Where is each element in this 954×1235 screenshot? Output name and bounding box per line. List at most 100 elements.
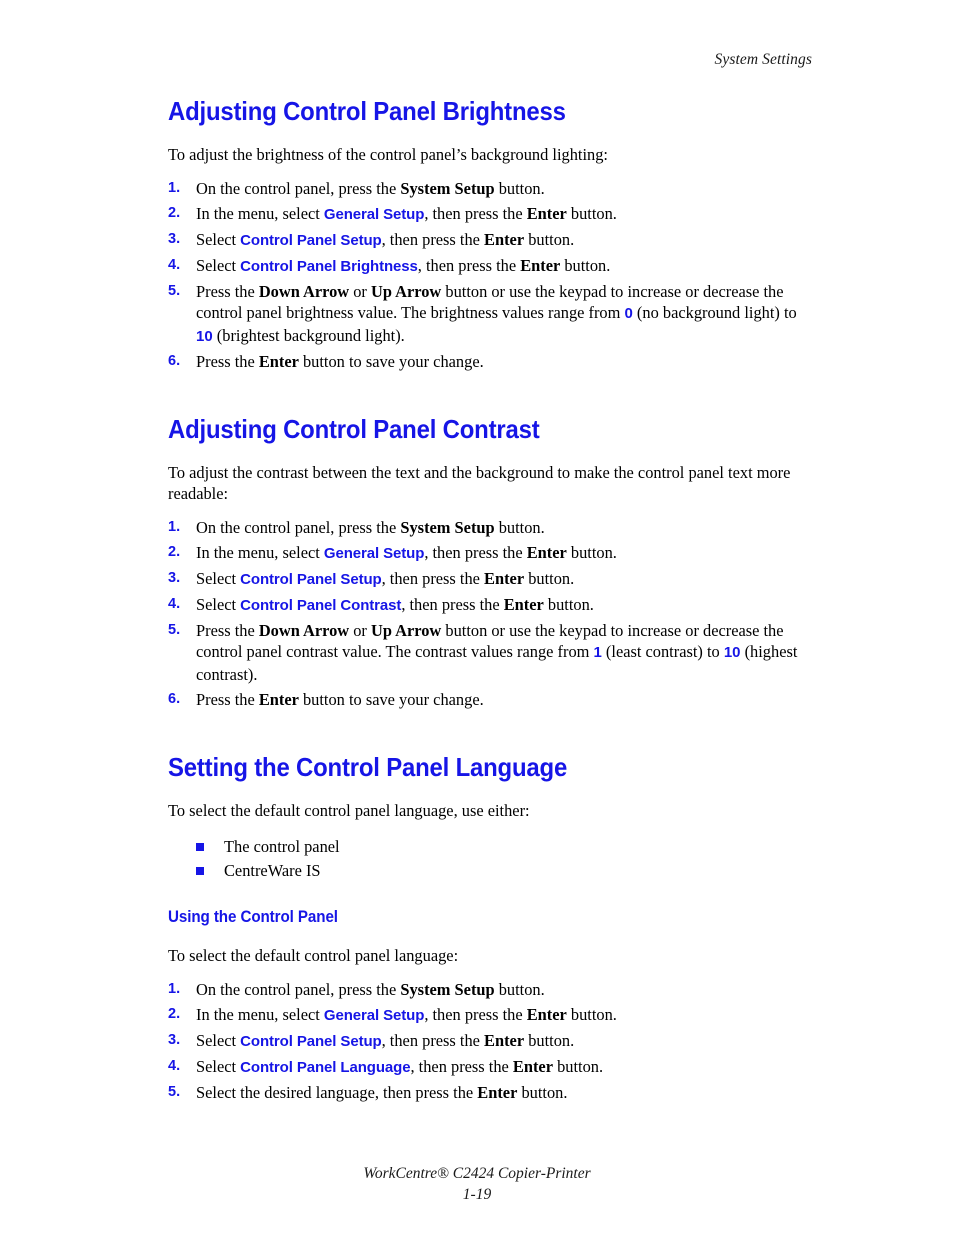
list-item-number: 3.: [168, 1031, 181, 1048]
emphasis-term: Enter: [484, 1030, 525, 1050]
plain-text: , then press the: [381, 1030, 485, 1050]
plain-text: On the control panel, press the: [196, 517, 401, 537]
list-item-number: 4.: [168, 1057, 181, 1074]
plain-text: Select: [196, 568, 241, 588]
subsection-heading-using-control-panel: Using the Control Panel: [168, 908, 338, 926]
list-item-number: 5.: [168, 1083, 181, 1100]
list-item: 3. Select Control Panel Setup, then press…: [168, 1030, 814, 1053]
list-item-text: On the control panel, press the System S…: [196, 179, 545, 198]
list-item-text: Select Control Panel Setup, then press t…: [196, 230, 574, 249]
plain-text: , then press the: [381, 229, 485, 249]
ui-menu-term: Control Panel Language: [240, 1058, 411, 1076]
emphasis-term: Down Arrow: [258, 281, 350, 301]
footer-product-name: WorkCentre® C2424 Copier-Printer: [363, 1165, 591, 1182]
emphasis-term: Up Arrow: [371, 281, 442, 301]
ui-menu-term: Control Panel Setup: [240, 570, 382, 588]
running-header: System Settings: [714, 51, 812, 68]
plain-text: button.: [494, 517, 545, 537]
emphasis-term: Enter: [484, 568, 525, 588]
list-item-number: 5.: [168, 621, 181, 638]
plain-text: In the menu, select: [196, 1004, 324, 1024]
ui-menu-term: General Setup: [323, 544, 425, 562]
page-footer: WorkCentre® C2424 Copier-Printer 1-19: [0, 1163, 954, 1205]
ui-menu-term: Control Panel Setup: [240, 231, 382, 249]
ui-menu-term: Control Panel Contrast: [240, 596, 402, 614]
list-item-text: Press the Down Arrow or Up Arrow button …: [196, 621, 797, 684]
list-item: 3. Select Control Panel Setup, then press…: [168, 568, 814, 591]
plain-text: (brightest background light).: [212, 325, 405, 345]
plain-text: or: [349, 281, 371, 301]
plain-text: Select: [196, 1030, 241, 1050]
plain-text: On the control panel, press the: [196, 979, 401, 999]
plain-text: button.: [552, 1056, 604, 1076]
plain-text: Press the: [196, 689, 259, 709]
list-item-text: On the control panel, press the System S…: [196, 980, 545, 999]
plain-text: (least contrast) to: [601, 642, 724, 661]
plain-text: In the menu, select: [196, 542, 324, 562]
emphasis-term: Enter: [258, 351, 299, 371]
plain-text: button.: [543, 594, 594, 614]
list-item-number: 6.: [168, 690, 181, 707]
emphasis-term: System Setup: [400, 178, 495, 198]
plain-text: Select: [196, 255, 241, 275]
emphasis-term: Enter: [484, 229, 525, 249]
list-item-number: 2.: [168, 543, 181, 560]
ui-menu-term: Control Panel Setup: [240, 1032, 382, 1050]
list-item-number: 4.: [168, 595, 181, 612]
plain-text: button.: [524, 568, 575, 588]
list-item-number: 3.: [168, 230, 181, 247]
list-item: 2. In the menu, select General Setup, the…: [168, 1004, 814, 1027]
plain-text: , then press the: [424, 203, 527, 223]
list-item: 6. Press the Enter button to save your ch…: [168, 689, 814, 711]
list-item: 5. Press the Down Arrow or Up Arrow butto…: [168, 620, 814, 686]
list-item: 6. Press the Enter button to save your ch…: [168, 351, 814, 373]
list-item: The control panel: [168, 835, 814, 859]
list-item-number: 1.: [168, 518, 181, 535]
emphasis-term: System Setup: [400, 517, 495, 537]
list-item-number: 3.: [168, 569, 181, 586]
plain-text: Press the: [196, 351, 259, 371]
section-intro-brightness: To adjust the brightness of the control …: [168, 145, 608, 164]
list-item-text: Press the Down Arrow or Up Arrow button …: [196, 282, 797, 345]
steps-list-contrast: 1. On the control panel, press the System…: [168, 517, 814, 711]
plain-text: , then press the: [410, 1056, 513, 1076]
list-item-text: In the menu, select General Setup, then …: [196, 543, 617, 562]
emphasis-term: Up Arrow: [371, 620, 442, 640]
plain-text: In the menu, select: [196, 203, 324, 223]
list-item-number: 1.: [168, 980, 181, 997]
plain-text: button.: [566, 542, 617, 562]
bullet-list-language-methods: The control panel CentreWare IS: [168, 835, 814, 882]
plain-text: Press the: [196, 620, 259, 640]
value-highlight: 0: [624, 305, 633, 322]
list-item-number: 2.: [168, 1005, 181, 1022]
emphasis-term: System Setup: [400, 979, 495, 999]
plain-text: button.: [524, 229, 575, 249]
plain-text: , then press the: [381, 568, 485, 588]
emphasis-term: Enter: [526, 203, 567, 223]
value-highlight: 1: [593, 644, 602, 661]
list-item: 1. On the control panel, press the System…: [168, 178, 814, 200]
value-highlight: 10: [196, 327, 213, 345]
emphasis-term: Enter: [503, 594, 544, 614]
emphasis-term: Enter: [520, 255, 561, 275]
plain-text: button.: [566, 203, 617, 223]
section-intro-language: To select the default control panel lang…: [168, 800, 530, 820]
list-item: 3. Select Control Panel Setup, then press…: [168, 229, 814, 252]
plain-text: , then press the: [417, 255, 521, 275]
emphasis-term: Enter: [258, 689, 299, 709]
list-item: CentreWare IS: [168, 859, 814, 883]
plain-text: button.: [524, 1030, 575, 1050]
plain-text: , then press the: [424, 542, 527, 562]
list-item: 5. Select the desired language, then pres…: [168, 1082, 814, 1104]
list-item-text: On the control panel, press the System S…: [196, 518, 545, 537]
steps-list-language: 1. On the control panel, press the System…: [168, 979, 814, 1104]
square-bullet-icon: [196, 843, 204, 851]
